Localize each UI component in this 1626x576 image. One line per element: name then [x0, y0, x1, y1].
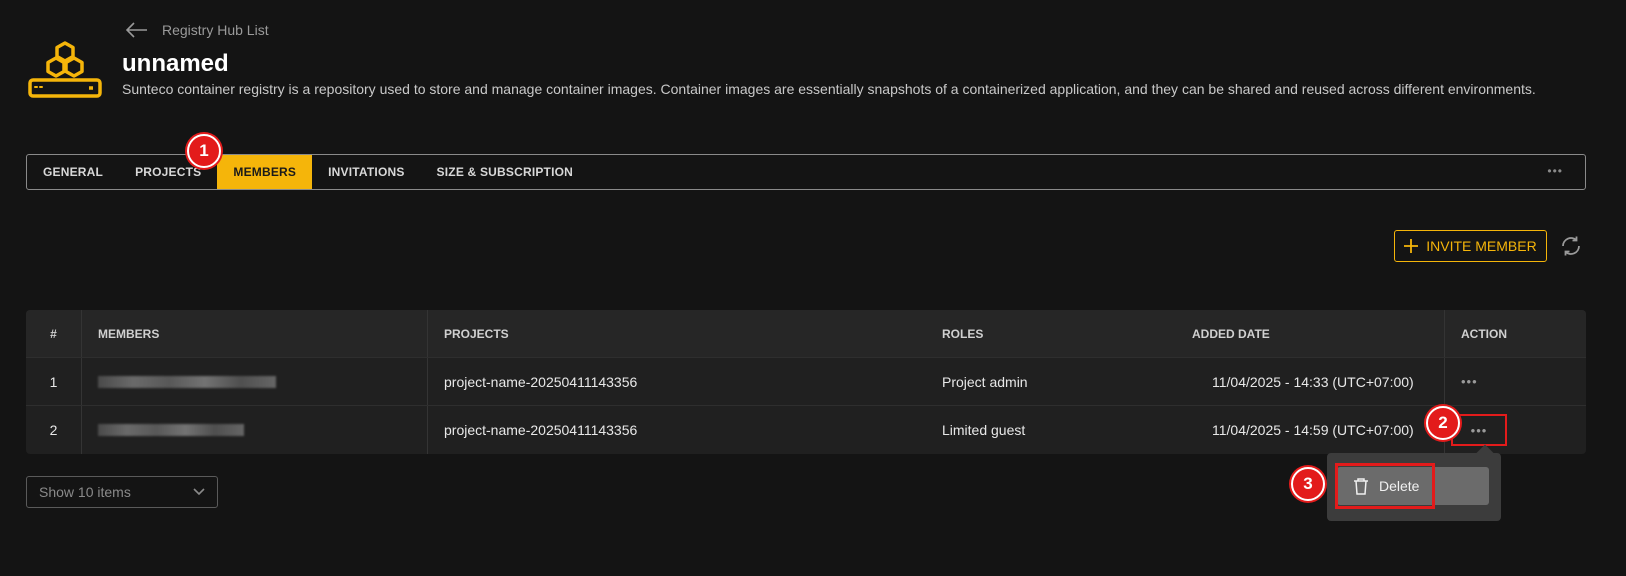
row-index: 1	[26, 358, 82, 405]
row-action-cell: •••	[1444, 358, 1586, 405]
column-header-projects: PROJECTS	[444, 326, 509, 341]
row-role: Project admin	[942, 373, 1028, 390]
back-link[interactable]: Registry Hub List	[126, 22, 269, 38]
refresh-icon[interactable]	[1559, 234, 1583, 258]
invite-member-label: INVITE MEMBER	[1426, 238, 1537, 254]
table-row: 2 project-name-20250411143356 Limited gu…	[26, 406, 1586, 454]
plus-icon	[1404, 239, 1419, 253]
row-index: 2	[26, 406, 82, 454]
tab-bar: GENERAL PROJECTS MEMBERS INVITATIONS SIZ…	[26, 154, 1586, 190]
row-added-date: 11/04/2025 - 14:33 (UTC+07:00)	[1212, 373, 1414, 390]
row-role: Limited guest	[942, 422, 1026, 438]
tab-members[interactable]: MEMBERS	[217, 155, 313, 189]
tabs-more-icon[interactable]: •••	[1547, 164, 1563, 178]
delete-highlight	[1335, 463, 1435, 509]
more-actions-icon[interactable]: •••	[1471, 423, 1488, 438]
row-project: project-name-20250411143356	[444, 422, 638, 438]
row-added-date: 11/04/2025 - 14:59 (UTC+07:00)	[1212, 422, 1414, 438]
step-marker-1: 1	[187, 134, 221, 168]
column-header-added-date: ADDED DATE	[1192, 326, 1270, 341]
tab-general[interactable]: GENERAL	[27, 155, 119, 189]
action-popover: Delete	[1327, 444, 1501, 521]
column-header-members: MEMBERS	[82, 310, 428, 357]
table-row: 1 project-name-20250411143356 Project ad…	[26, 358, 1586, 406]
table-header-row: # MEMBERS PROJECTS ROLES ADDED DATE ACTI…	[26, 310, 1586, 358]
tab-size-subscription[interactable]: SIZE & SUBSCRIPTION	[421, 155, 589, 189]
page-title: unnamed	[122, 50, 229, 77]
column-header-index: #	[26, 310, 82, 357]
chevron-down-icon	[193, 488, 205, 496]
page-size-select[interactable]: Show 10 items	[26, 476, 218, 508]
registry-logo-icon	[28, 41, 102, 98]
arrow-left-icon	[126, 22, 147, 38]
row-project: project-name-20250411143356	[444, 373, 638, 390]
row-action-cell: •••	[1444, 406, 1586, 454]
step-marker-2: 2	[1426, 406, 1460, 440]
invite-member-button[interactable]: INVITE MEMBER	[1394, 230, 1547, 262]
members-table: # MEMBERS PROJECTS ROLES ADDED DATE ACTI…	[26, 310, 1586, 454]
page-size-label: Show 10 items	[39, 484, 131, 500]
page-description: Sunteco container registry is a reposito…	[122, 81, 1536, 97]
back-link-label: Registry Hub List	[162, 22, 269, 38]
step-marker-3: 3	[1291, 467, 1325, 501]
more-actions-icon[interactable]: •••	[1461, 374, 1478, 389]
column-header-action: ACTION	[1444, 310, 1586, 357]
member-name-redacted	[82, 358, 428, 405]
column-header-roles: ROLES	[942, 326, 984, 341]
member-name-redacted	[82, 406, 428, 454]
tab-invitations[interactable]: INVITATIONS	[312, 155, 420, 189]
